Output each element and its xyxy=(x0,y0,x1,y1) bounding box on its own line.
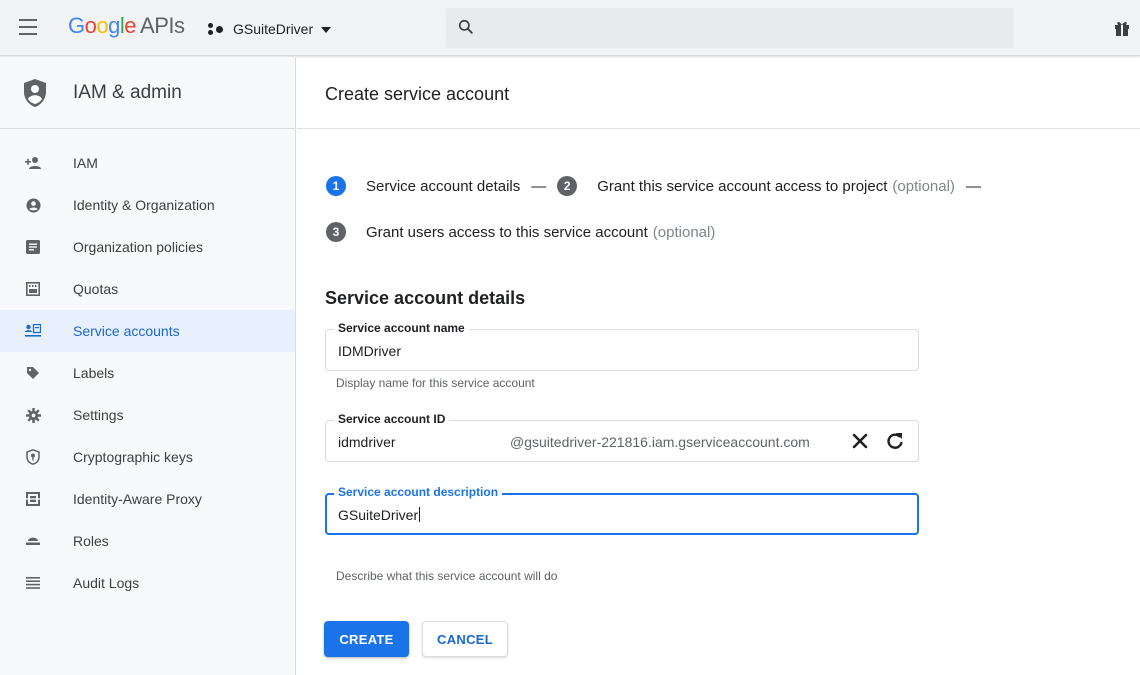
sidebar-item-label: IAM xyxy=(73,155,98,171)
sidebar-item-label: Cryptographic keys xyxy=(73,449,193,465)
sidebar-item-label: Identity & Organization xyxy=(73,197,215,213)
sidebar-title: IAM & admin xyxy=(73,81,182,103)
account-circle-icon xyxy=(25,197,41,213)
sidebar-item-roles[interactable]: Roles xyxy=(0,520,295,562)
sidebar-item-label: Labels xyxy=(73,365,115,381)
step-separator: — xyxy=(531,177,547,195)
sidebar-item-label: Quotas xyxy=(73,281,119,297)
step-number-badge: 1 xyxy=(326,176,346,196)
sidebar-item-service-accounts[interactable]: Service accounts xyxy=(0,310,295,352)
sidebar-nav: IAM Identity & Organization Organization… xyxy=(0,129,295,604)
dropdown-arrow-icon xyxy=(321,27,332,33)
page-title: Create service account xyxy=(325,84,510,104)
service-account-description-field[interactable]: Service account description GSuiteDriver xyxy=(325,484,919,535)
service-account-icon xyxy=(25,323,41,339)
project-name: GSuiteDriver xyxy=(233,21,314,37)
sidebar-item-label: Service accounts xyxy=(73,323,180,339)
stepper-row: 3 Grant users access to this service acc… xyxy=(326,220,1126,244)
step-optional-tag: (optional) xyxy=(892,177,955,195)
sidebar-item-identity-aware-proxy[interactable]: Identity-Aware Proxy xyxy=(0,478,295,520)
step-optional-tag: (optional) xyxy=(652,223,716,241)
email-domain-suffix: @gsuitedriver-221816.iam.gserviceaccount… xyxy=(510,434,810,450)
step-number-badge: 3 xyxy=(326,222,346,242)
field-hint: Display name for this service account xyxy=(336,376,535,390)
quota-icon xyxy=(25,281,41,297)
create-button[interactable]: CREATE xyxy=(324,621,409,657)
sidebar-item-label: Audit Logs xyxy=(73,575,140,591)
refresh-icon[interactable] xyxy=(885,431,905,451)
sidebar-item-identity-organization[interactable]: Identity & Organization xyxy=(0,184,295,226)
step-separator: — xyxy=(965,177,981,195)
field-value: GSuiteDriver xyxy=(338,507,419,523)
sidebar-item-cryptographic-keys[interactable]: Cryptographic keys xyxy=(0,436,295,478)
stepper: 1 Service account details — 2 Grant this… xyxy=(326,174,1126,244)
field-value: IDMDriver xyxy=(338,343,401,359)
document-icon xyxy=(25,239,41,255)
page-header: Create service account xyxy=(297,57,1140,129)
field-label: Service account name xyxy=(334,320,469,336)
text-cursor xyxy=(419,507,421,522)
sidebar-item-label: Organization policies xyxy=(73,239,203,255)
sidebar-item-organization-policies[interactable]: Organization policies xyxy=(0,226,295,268)
step-label[interactable]: Grant users access to this service accou… xyxy=(366,224,648,241)
project-icon xyxy=(205,22,227,36)
sidebar-item-audit-logs[interactable]: Audit Logs xyxy=(0,562,295,604)
field-label: Service account ID xyxy=(334,411,450,427)
section-title: Service account details xyxy=(325,288,526,308)
top-app-bar: Google APIs GSuiteDriver xyxy=(0,0,1140,56)
step-label[interactable]: Service account details xyxy=(366,178,520,195)
stepper-row: 1 Service account details — 2 Grant this… xyxy=(326,174,1126,198)
close-icon[interactable] xyxy=(850,431,870,451)
google-apis-logo[interactable]: Google APIs xyxy=(68,13,185,39)
sidebar-header: IAM & admin xyxy=(0,57,295,129)
search-input[interactable] xyxy=(446,8,1014,48)
sidebar-item-label: Roles xyxy=(73,533,109,549)
project-selector[interactable]: GSuiteDriver xyxy=(205,18,332,40)
shield-key-icon xyxy=(25,449,41,465)
label-icon xyxy=(25,365,41,381)
gift-icon[interactable] xyxy=(1113,19,1131,37)
search-icon xyxy=(458,19,473,34)
list-icon xyxy=(25,575,41,591)
sidebar-item-labels[interactable]: Labels xyxy=(0,352,295,394)
sidebar: IAM & admin IAM Identity & Organization … xyxy=(0,57,296,675)
step-label[interactable]: Grant this service account access to pro… xyxy=(597,178,887,195)
field-hint: Describe what this service account will … xyxy=(336,569,558,583)
shield-person-icon xyxy=(24,78,46,107)
service-account-name-field[interactable]: Service account name IDMDriver xyxy=(325,320,919,371)
field-label: Service account description xyxy=(334,484,503,500)
proxy-icon xyxy=(25,491,41,507)
sidebar-item-settings[interactable]: Settings xyxy=(0,394,295,436)
step-number-badge: 2 xyxy=(557,176,578,196)
field-value-wrap: GSuiteDriver xyxy=(338,507,421,523)
sidebar-item-label: Settings xyxy=(73,407,124,423)
field-value: idmdriver xyxy=(338,434,396,450)
service-account-id-field[interactable]: Service account ID idmdriver @gsuitedriv… xyxy=(325,411,919,462)
sidebar-item-quotas[interactable]: Quotas xyxy=(0,268,295,310)
menu-icon[interactable] xyxy=(19,19,39,37)
person-add-icon xyxy=(25,155,41,171)
roles-icon xyxy=(25,533,41,549)
sidebar-item-iam[interactable]: IAM xyxy=(0,142,295,184)
logo-apis-text: APIs xyxy=(140,13,185,38)
cancel-button[interactable]: CANCEL xyxy=(422,621,508,657)
sidebar-item-label: Identity-Aware Proxy xyxy=(73,491,202,507)
gear-icon xyxy=(25,407,41,423)
